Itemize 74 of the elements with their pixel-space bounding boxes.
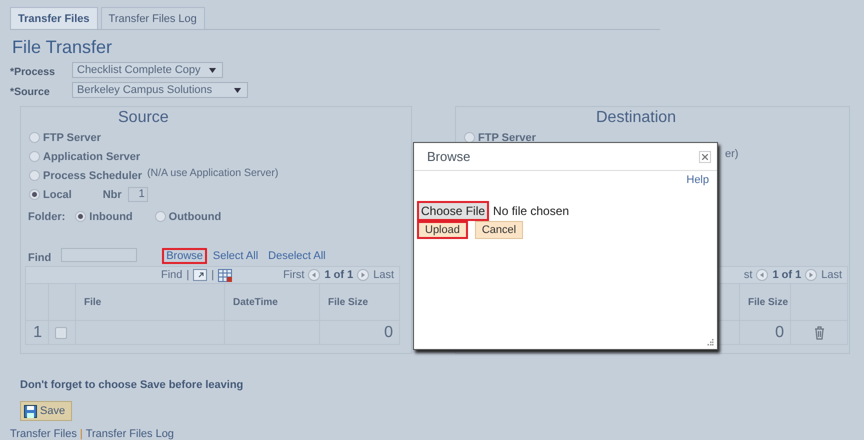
save-icon bbox=[24, 404, 37, 418]
radio-button[interactable] bbox=[29, 151, 40, 162]
radio-button[interactable] bbox=[464, 132, 475, 143]
tab[interactable]: Transfer Files Log bbox=[100, 7, 205, 29]
section-title: Source bbox=[117, 109, 170, 127]
first-link[interactable]: First bbox=[283, 269, 304, 281]
tab[interactable]: Transfer Files bbox=[10, 7, 98, 29]
table-cell: 0 bbox=[775, 324, 784, 340]
note-text: (N/A use Application Server) bbox=[147, 166, 278, 178]
trash-icon[interactable] bbox=[814, 326, 824, 340]
number-field[interactable]: 1 bbox=[128, 187, 148, 202]
separator: | bbox=[211, 269, 214, 281]
last-link[interactable]: Last bbox=[821, 269, 842, 281]
close-button[interactable] bbox=[699, 150, 711, 162]
first-link[interactable]: st bbox=[744, 269, 752, 281]
row-number: 1 bbox=[33, 324, 42, 340]
find-link[interactable]: Find bbox=[161, 269, 182, 281]
field-label: Nbr bbox=[102, 188, 122, 200]
page-range: 1 of 1 bbox=[324, 269, 354, 281]
radio-button[interactable] bbox=[29, 132, 40, 143]
radio-label: Process Scheduler bbox=[43, 170, 142, 182]
radio-label: Inbound bbox=[89, 210, 133, 222]
link[interactable]: Transfer Files Log bbox=[86, 428, 174, 440]
section-title: Destination bbox=[595, 109, 678, 127]
spreadsheet-icon bbox=[218, 268, 232, 282]
dialog-title: Browse bbox=[427, 149, 470, 164]
link[interactable]: Transfer Files bbox=[10, 428, 77, 440]
close-icon bbox=[702, 154, 708, 160]
field-label: *Source bbox=[10, 85, 51, 98]
caret-icon bbox=[234, 88, 242, 92]
link[interactable]: Browse bbox=[162, 248, 207, 264]
help-link[interactable]: Help bbox=[417, 174, 709, 186]
next-icon bbox=[805, 269, 818, 281]
dropdown[interactable]: Berkeley Campus Solutions bbox=[72, 82, 248, 98]
radio-label: FTP Server bbox=[43, 132, 101, 144]
reminder-text: Don't forget to choose Save before leaving bbox=[20, 379, 244, 391]
choose-file-button[interactable]: Choose File bbox=[417, 201, 490, 221]
separator: | bbox=[80, 428, 83, 440]
page-title: File Transfer bbox=[12, 37, 114, 58]
dialog-button[interactable]: Upload bbox=[417, 221, 468, 239]
column-header: File Size bbox=[328, 296, 368, 308]
radio-button[interactable] bbox=[154, 211, 166, 222]
radio-label: Local bbox=[43, 188, 72, 200]
link[interactable]: Select All bbox=[208, 248, 262, 264]
field-label: Find bbox=[28, 252, 52, 264]
column-header: DateTime bbox=[233, 296, 278, 308]
table-cell: 0 bbox=[384, 324, 393, 340]
next-icon bbox=[357, 269, 370, 281]
separator: | bbox=[186, 269, 190, 281]
radio-button[interactable] bbox=[75, 211, 86, 222]
field-label: Folder: bbox=[28, 210, 66, 222]
column-header: File bbox=[84, 296, 102, 308]
caret-icon bbox=[208, 68, 216, 72]
search-field[interactable] bbox=[61, 248, 138, 262]
note-text: er) bbox=[725, 148, 740, 160]
field-label: *Process bbox=[10, 65, 56, 78]
radio-label: FTP Server bbox=[478, 132, 536, 144]
save-button[interactable]: Save bbox=[20, 401, 72, 421]
resize-grip-icon bbox=[707, 339, 714, 346]
radio-button[interactable] bbox=[29, 189, 40, 200]
last-link[interactable]: Last bbox=[373, 269, 394, 281]
radio-label: Outbound bbox=[168, 210, 222, 222]
dropdown[interactable]: Checklist Complete Copy bbox=[72, 62, 222, 78]
radio-button[interactable] bbox=[29, 170, 40, 181]
column-header: File Size bbox=[748, 296, 788, 308]
previous-icon bbox=[308, 269, 320, 281]
zoom-icon bbox=[193, 269, 208, 281]
page-range: 1 of 1 bbox=[772, 269, 802, 281]
radio-label: Application Server bbox=[43, 150, 140, 162]
dialog-button[interactable]: Cancel bbox=[474, 221, 524, 239]
previous-icon bbox=[756, 269, 768, 281]
checkbox[interactable] bbox=[55, 326, 67, 338]
file-status: No file chosen bbox=[493, 204, 570, 218]
link[interactable]: Deselect All bbox=[264, 248, 330, 264]
